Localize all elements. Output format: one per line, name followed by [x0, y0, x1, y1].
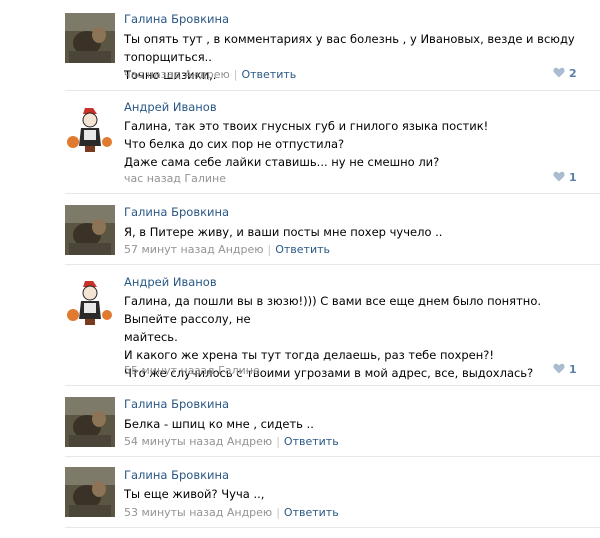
- comment-text: Я, в Питере живу, и ваши посты мне похер…: [124, 225, 443, 239]
- comment-time[interactable]: 57 минут назад Андрею: [124, 243, 264, 256]
- cartoon-avatar-icon: [65, 277, 115, 327]
- heart-icon: [553, 363, 565, 377]
- avatar[interactable]: [65, 13, 115, 63]
- comment-author[interactable]: Андрей Иванов: [124, 275, 217, 289]
- like-button[interactable]: 1: [553, 363, 577, 377]
- avatar[interactable]: [65, 397, 115, 447]
- avatar[interactable]: [65, 467, 115, 517]
- photo-avatar-icon: [65, 13, 115, 63]
- divider: [65, 90, 600, 91]
- like-button[interactable]: 2: [553, 67, 577, 81]
- comment-text: Галина, так это твоих гнусных губ и гнил…: [124, 119, 489, 169]
- cartoon-avatar-icon: [65, 104, 115, 154]
- comment-meta: 54 минуты назад Андрею | Ответить: [124, 435, 339, 448]
- comment-meta: 55 минут назад Галине: [124, 364, 260, 377]
- divider: [65, 193, 600, 194]
- divider: [65, 264, 600, 265]
- photo-avatar-icon: [65, 467, 115, 517]
- meta-separator: |: [276, 435, 280, 448]
- like-count: 1: [569, 363, 577, 376]
- meta-separator: |: [267, 243, 272, 256]
- comment-meta: 53 минуты назад Андрею | Ответить: [124, 506, 339, 519]
- divider: [65, 385, 600, 386]
- comment-text: Белка - шпиц ко мне , сидеть ..: [124, 417, 314, 431]
- comment-author[interactable]: Галина Бровкина: [124, 468, 229, 482]
- comment-time[interactable]: час назад Галине: [124, 172, 226, 185]
- meta-separator: |: [233, 68, 238, 81]
- comment-time[interactable]: час назад Андрею: [124, 68, 230, 81]
- photo-avatar-icon: [65, 205, 115, 255]
- comment-author[interactable]: Галина Бровкина: [124, 205, 229, 219]
- divider: [65, 456, 600, 457]
- comment-time[interactable]: 55 минут назад Галине: [124, 364, 260, 377]
- comment-time[interactable]: 54 минуты назад Андрею: [124, 435, 272, 448]
- comment-author[interactable]: Галина Бровкина: [124, 12, 229, 26]
- comment-meta: час назад Андрею | Ответить: [124, 68, 296, 81]
- comment-author[interactable]: Галина Бровкина: [124, 397, 229, 411]
- comment-meta: час назад Галине: [124, 172, 226, 185]
- comment-meta: 57 минут назад Андрею | Ответить: [124, 243, 330, 256]
- heart-icon: [553, 67, 565, 81]
- like-button[interactable]: 1: [553, 171, 577, 185]
- like-count: 1: [569, 171, 577, 184]
- comment-time[interactable]: 53 минуты назад Андрею: [124, 506, 272, 519]
- photo-avatar-icon: [65, 397, 115, 447]
- reply-link[interactable]: Ответить: [275, 243, 330, 256]
- avatar[interactable]: [65, 104, 115, 154]
- reply-link[interactable]: Ответить: [284, 506, 339, 519]
- reply-link[interactable]: Ответить: [241, 68, 296, 81]
- meta-separator: |: [276, 506, 280, 519]
- divider: [65, 527, 600, 528]
- avatar[interactable]: [65, 205, 115, 255]
- reply-link[interactable]: Ответить: [284, 435, 339, 448]
- avatar[interactable]: [65, 277, 115, 327]
- heart-icon: [553, 171, 565, 185]
- comment-text: Ты еще живой? Чуча ..,: [124, 487, 265, 501]
- comment-author[interactable]: Андрей Иванов: [124, 100, 217, 114]
- like-count: 2: [569, 67, 577, 80]
